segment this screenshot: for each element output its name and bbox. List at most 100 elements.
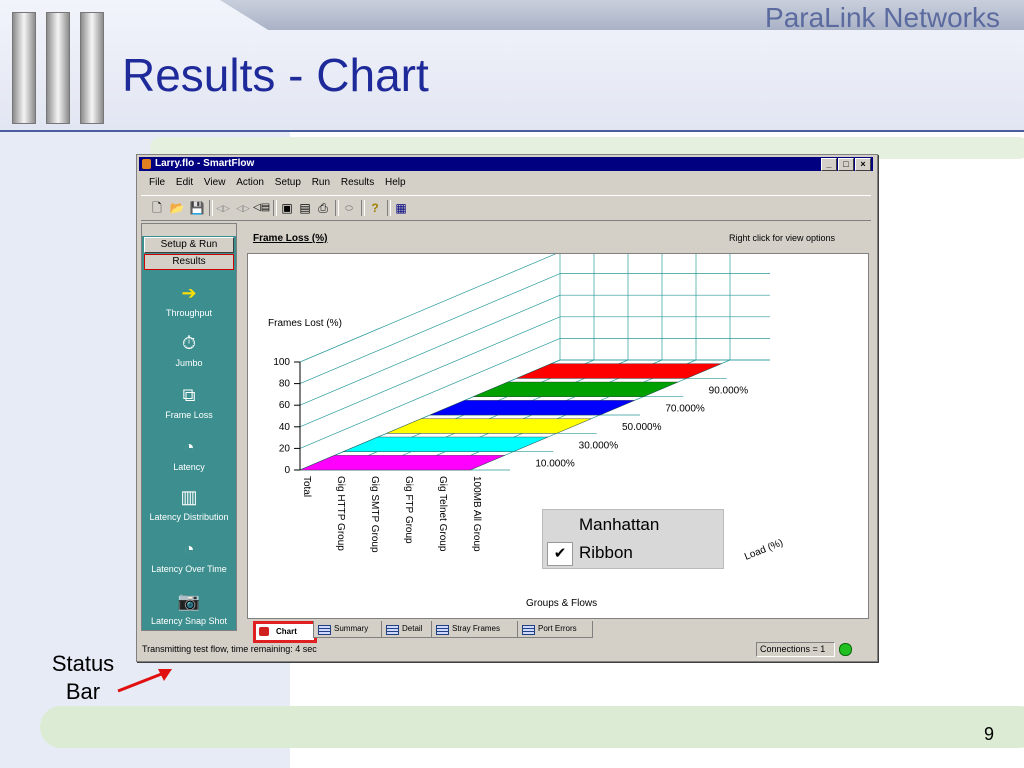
legend-manhattan[interactable]: Manhattan bbox=[543, 511, 723, 539]
status-bar-callout: Status Bar bbox=[40, 650, 126, 706]
page-number: 9 bbox=[984, 724, 995, 744]
menu-run[interactable]: Run bbox=[312, 177, 330, 188]
y-tick-label: 100 bbox=[273, 357, 290, 368]
minimize-button[interactable]: _ bbox=[821, 158, 837, 171]
logo-bars-icon bbox=[12, 12, 104, 124]
nav-latency-distribution[interactable]: ▥ Latency Distribution bbox=[142, 486, 236, 522]
nav-throughput-label: Throughput bbox=[165, 308, 213, 318]
next-icon[interactable]: ◁▷ bbox=[235, 200, 251, 216]
ribbon-series-2 bbox=[386, 418, 592, 434]
decor-pill-bottom bbox=[40, 706, 1024, 748]
copy-icon[interactable]: ▣ bbox=[279, 200, 295, 216]
load-label: 10.000% bbox=[535, 459, 575, 470]
nav-frame-loss[interactable]: ⧉ Frame Loss bbox=[142, 384, 236, 420]
menu-help[interactable]: Help bbox=[385, 177, 406, 188]
camera-icon: 📷 bbox=[177, 591, 201, 611]
tab-port-errors[interactable]: Port Errors bbox=[517, 621, 593, 638]
ribbon-series-4 bbox=[473, 381, 679, 397]
connections-indicator: Connections = 1 bbox=[756, 642, 835, 657]
menu-setup[interactable]: Setup bbox=[275, 177, 301, 188]
chart-area[interactable]: 0 20 40 60 80 100 90.000% 70.000% 50.000% 30.000%… bbox=[247, 251, 869, 619]
menu-results[interactable]: Results bbox=[341, 177, 374, 188]
status-bar: Transmitting test flow, time remaining: … bbox=[139, 641, 873, 657]
category-label: Gig SMTP Group bbox=[369, 476, 380, 553]
jumbo-icon: ⏱ bbox=[181, 333, 197, 353]
tab-summary[interactable]: Summary bbox=[313, 621, 383, 638]
chart-tab-icon bbox=[259, 627, 269, 636]
legend-ribbon-label: Ribbon bbox=[579, 543, 633, 562]
category-label: Total bbox=[301, 476, 312, 497]
chart-pane: Frame Loss (%) Right click for view opti… bbox=[241, 223, 871, 623]
tab-detail[interactable]: Detail bbox=[381, 621, 433, 638]
status-text: Transmitting test flow, time remaining: … bbox=[142, 644, 317, 654]
prev-icon[interactable]: ◁▷ bbox=[215, 200, 231, 216]
y-tick-label: 0 bbox=[284, 465, 290, 476]
paste-icon[interactable]: ▤ bbox=[297, 200, 313, 216]
tab-stray-frames[interactable]: Stray Frames bbox=[431, 621, 519, 638]
maximize-button[interactable]: □ bbox=[838, 158, 854, 171]
menu-action[interactable]: Action bbox=[236, 177, 264, 188]
tab-stray-frames-label: Stray Frames bbox=[452, 624, 501, 633]
toolbar: 🗋 📂 💾 ◁▷ ◁▷ ◁▤ ▣ ▤ ⎙ ⬭ ? ▦ bbox=[141, 195, 871, 221]
grid-icon bbox=[386, 625, 399, 635]
open-icon[interactable]: 📂 bbox=[169, 200, 185, 216]
checkmark-icon: ✔ bbox=[547, 542, 573, 566]
smartflow-window: Larry.flo - SmartFlow _ □ × File Edit View… bbox=[136, 154, 878, 662]
menu-view[interactable]: View bbox=[204, 177, 226, 188]
toolbar-separator bbox=[335, 200, 339, 216]
chart-style-legend: Manhattan ✔ Ribbon bbox=[542, 509, 724, 569]
tab-port-errors-label: Port Errors bbox=[538, 624, 577, 633]
nav-frame-loss-label: Frame Loss bbox=[165, 410, 213, 420]
ribbon-series-0 bbox=[299, 455, 505, 471]
menu-bar: File Edit View Action Setup Run Results … bbox=[141, 175, 871, 191]
new-icon[interactable]: 🗋 bbox=[149, 200, 165, 216]
help-icon[interactable]: ? bbox=[367, 200, 383, 216]
nav-jumbo-label: Jumbo bbox=[175, 358, 203, 368]
menu-file[interactable]: File bbox=[149, 177, 165, 188]
tab-chart[interactable]: Chart bbox=[253, 621, 317, 643]
legend-ribbon[interactable]: ✔ Ribbon bbox=[543, 539, 723, 567]
nav-jumbo[interactable]: ⏱ Jumbo bbox=[142, 332, 236, 368]
category-label: Gig FTP Group bbox=[403, 476, 414, 544]
ribbon-series-3 bbox=[429, 400, 635, 416]
nav-latency-over-time[interactable]: ◔ Latency Over Time bbox=[142, 538, 236, 574]
results-button[interactable]: Results bbox=[144, 254, 234, 270]
grid-icon bbox=[318, 625, 331, 635]
save-icon[interactable]: 💾 bbox=[189, 200, 205, 216]
grid-line bbox=[299, 251, 561, 363]
throughput-icon: ➔ bbox=[181, 283, 197, 303]
toolbar-separator bbox=[387, 200, 391, 216]
window-titlebar[interactable]: Larry.flo - SmartFlow _ □ × bbox=[139, 157, 873, 171]
setup-run-button[interactable]: Setup & Run bbox=[144, 237, 234, 253]
category-label: 100MB All Group bbox=[471, 476, 482, 552]
nav-throughput[interactable]: ➔ Throughput bbox=[142, 282, 236, 318]
latency-distribution-icon: ▥ bbox=[180, 487, 198, 507]
print-icon[interactable]: ⎙ bbox=[315, 200, 331, 216]
grid-icon bbox=[436, 625, 449, 635]
app-icon bbox=[142, 159, 151, 169]
callout-line1: Status bbox=[51, 651, 115, 676]
toolbar-separator bbox=[209, 200, 213, 216]
report-icon[interactable]: ▦ bbox=[393, 200, 409, 216]
y-tick-label: 40 bbox=[279, 422, 291, 433]
load-label: 90.000% bbox=[709, 385, 749, 396]
toolbar-separator bbox=[361, 200, 365, 216]
callout-line2: Bar bbox=[65, 679, 101, 704]
brand-name: ParaLink Networks bbox=[765, 2, 1000, 33]
ribbon-series-1 bbox=[343, 436, 549, 452]
ribbon-series-5 bbox=[516, 363, 722, 379]
nav-latency-snap-shot[interactable]: 📷 Latency Snap Shot bbox=[142, 590, 236, 626]
tab-chart-label: Chart bbox=[276, 627, 297, 636]
close-button[interactable]: × bbox=[855, 158, 871, 171]
y-tick-label: 60 bbox=[279, 400, 291, 411]
nav-latency[interactable]: ◔ Latency bbox=[142, 436, 236, 472]
y-axis-title: Frames Lost (%) bbox=[268, 318, 342, 329]
y-tick-label: 80 bbox=[279, 379, 291, 390]
grid-icon bbox=[522, 625, 535, 635]
view-options-hint: Right click for view options bbox=[728, 233, 835, 243]
back-icon[interactable]: ◁▤ bbox=[253, 200, 270, 216]
menu-edit[interactable]: Edit bbox=[176, 177, 193, 188]
stop-icon[interactable]: ⬭ bbox=[341, 200, 357, 216]
frame-loss-icon: ⧉ bbox=[182, 385, 196, 405]
nav-latency-over-time-label: Latency Over Time bbox=[151, 564, 227, 574]
